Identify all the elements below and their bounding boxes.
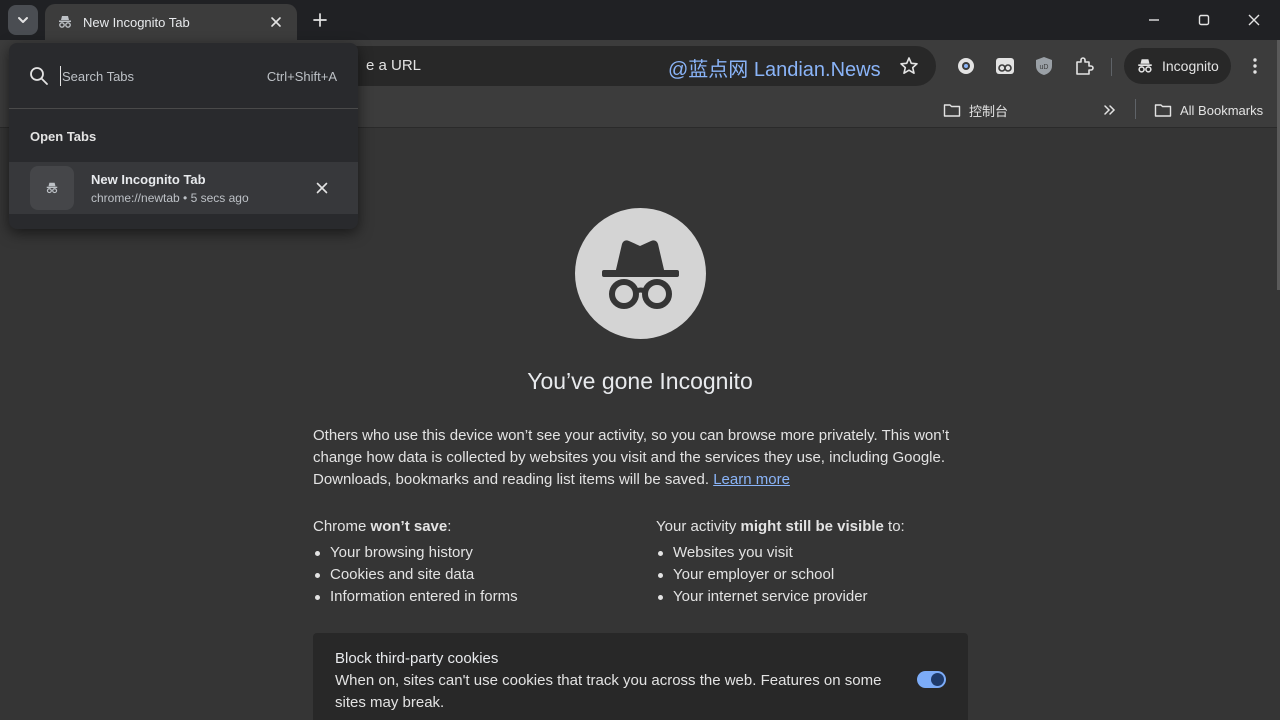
folder-icon <box>943 104 961 117</box>
wont-save-heading: Chrome won’t save: <box>313 518 452 535</box>
tab-search-shortcut: Ctrl+Shift+A <box>266 69 337 84</box>
chevron-down-icon <box>18 17 28 23</box>
watermark-text: @蓝点网 Landian.News <box>668 59 881 81</box>
list-item-title: New Incognito Tab <box>91 172 206 187</box>
svg-text:uD: uD <box>1040 64 1049 71</box>
list-item: Cookies and site data <box>313 564 633 586</box>
maximize-button[interactable] <box>1190 6 1218 34</box>
block-cookies-toggle[interactable] <box>917 671 946 688</box>
minimize-icon <box>1149 19 1159 21</box>
wont-save-list: Chrome won’t save: Your browsing history… <box>313 516 633 608</box>
still-visible-heading: Your activity might still be visible to: <box>656 518 905 535</box>
still-visible-list: Your activity might still be visible to:… <box>656 516 976 608</box>
plus-icon <box>313 13 327 27</box>
close-window-button[interactable] <box>1240 6 1268 34</box>
ublock-icon[interactable]: uD <box>1032 54 1056 78</box>
cookie-card-description: When on, sites can't use cookies that tr… <box>335 672 882 711</box>
bookmark-folder[interactable]: 控制台 <box>943 98 1008 122</box>
toolbar-separator <box>1111 58 1112 76</box>
all-bookmarks-button[interactable]: All Bookmarks <box>1154 98 1263 122</box>
tab-close-icon[interactable] <box>267 13 285 31</box>
tab-search-popup: Ctrl+Shift+A Open Tabs New Incognito Tab… <box>9 43 358 229</box>
folder-icon <box>1154 104 1172 117</box>
list-item: Your internet service provider <box>656 586 976 608</box>
description-text: Others who use this device won’t see you… <box>313 427 950 488</box>
list-item: Your browsing history <box>313 542 633 564</box>
tab-search-bar: Ctrl+Shift+A <box>9 43 358 109</box>
incognito-label: Incognito <box>1162 58 1219 74</box>
tab-title: New Incognito Tab <box>83 14 190 30</box>
bookmark-star-icon[interactable] <box>898 55 920 77</box>
bookmarks-overflow-button[interactable] <box>1103 98 1117 122</box>
tab-search-button[interactable] <box>8 5 38 35</box>
tab-new-incognito[interactable]: New Incognito Tab <box>45 4 297 40</box>
omnibox-text: e a URL <box>366 57 422 74</box>
all-bookmarks-label: All Bookmarks <box>1180 102 1264 118</box>
list-item-subtitle: chrome://newtab • 5 secs ago <box>91 191 249 205</box>
menu-button[interactable] <box>1243 54 1267 78</box>
open-tabs-heading: Open Tabs <box>30 129 97 144</box>
block-cookies-card: Block third-party cookies When on, sites… <box>313 633 968 720</box>
bookmarks-separator <box>1135 99 1136 119</box>
incognito-icon <box>30 166 74 210</box>
list-item: Information entered in forms <box>313 586 633 608</box>
tab-strip: New Incognito Tab <box>0 0 1280 40</box>
extension-icon-2[interactable] <box>993 54 1017 78</box>
cookie-card-title: Block third-party cookies <box>335 650 499 667</box>
omnibox[interactable]: e a URL @蓝点网 Landian.News <box>300 46 936 86</box>
bookmark-folder-label: 控制台 <box>969 103 1009 119</box>
learn-more-link[interactable]: Learn more <box>713 471 790 488</box>
puzzle-icon[interactable] <box>1072 54 1096 78</box>
minimize-button[interactable] <box>1140 6 1168 34</box>
toggle-knob <box>931 673 944 686</box>
list-item: Your employer or school <box>656 564 976 586</box>
maximize-icon <box>1198 14 1210 26</box>
incognito-logo-icon <box>575 208 706 339</box>
tab-search-input[interactable] <box>60 66 240 86</box>
close-icon <box>1248 14 1260 26</box>
incognito-profile-button[interactable]: Incognito <box>1124 48 1231 84</box>
kebab-menu-icon <box>1253 58 1257 74</box>
incognito-icon <box>1138 59 1152 73</box>
extension-icon-1[interactable] <box>954 54 978 78</box>
list-item[interactable]: New Incognito Tab chrome://newtab • 5 se… <box>9 162 358 214</box>
list-item: Websites you visit <box>656 542 976 564</box>
page-title: You’ve gone Incognito <box>527 368 753 394</box>
close-icon[interactable] <box>313 179 331 197</box>
incognito-icon <box>57 14 73 30</box>
double-chevron-right-icon <box>1104 105 1116 115</box>
new-tab-button[interactable] <box>308 8 332 32</box>
search-icon <box>28 65 50 87</box>
incognito-description: Others who use this device won’t see you… <box>313 425 973 491</box>
